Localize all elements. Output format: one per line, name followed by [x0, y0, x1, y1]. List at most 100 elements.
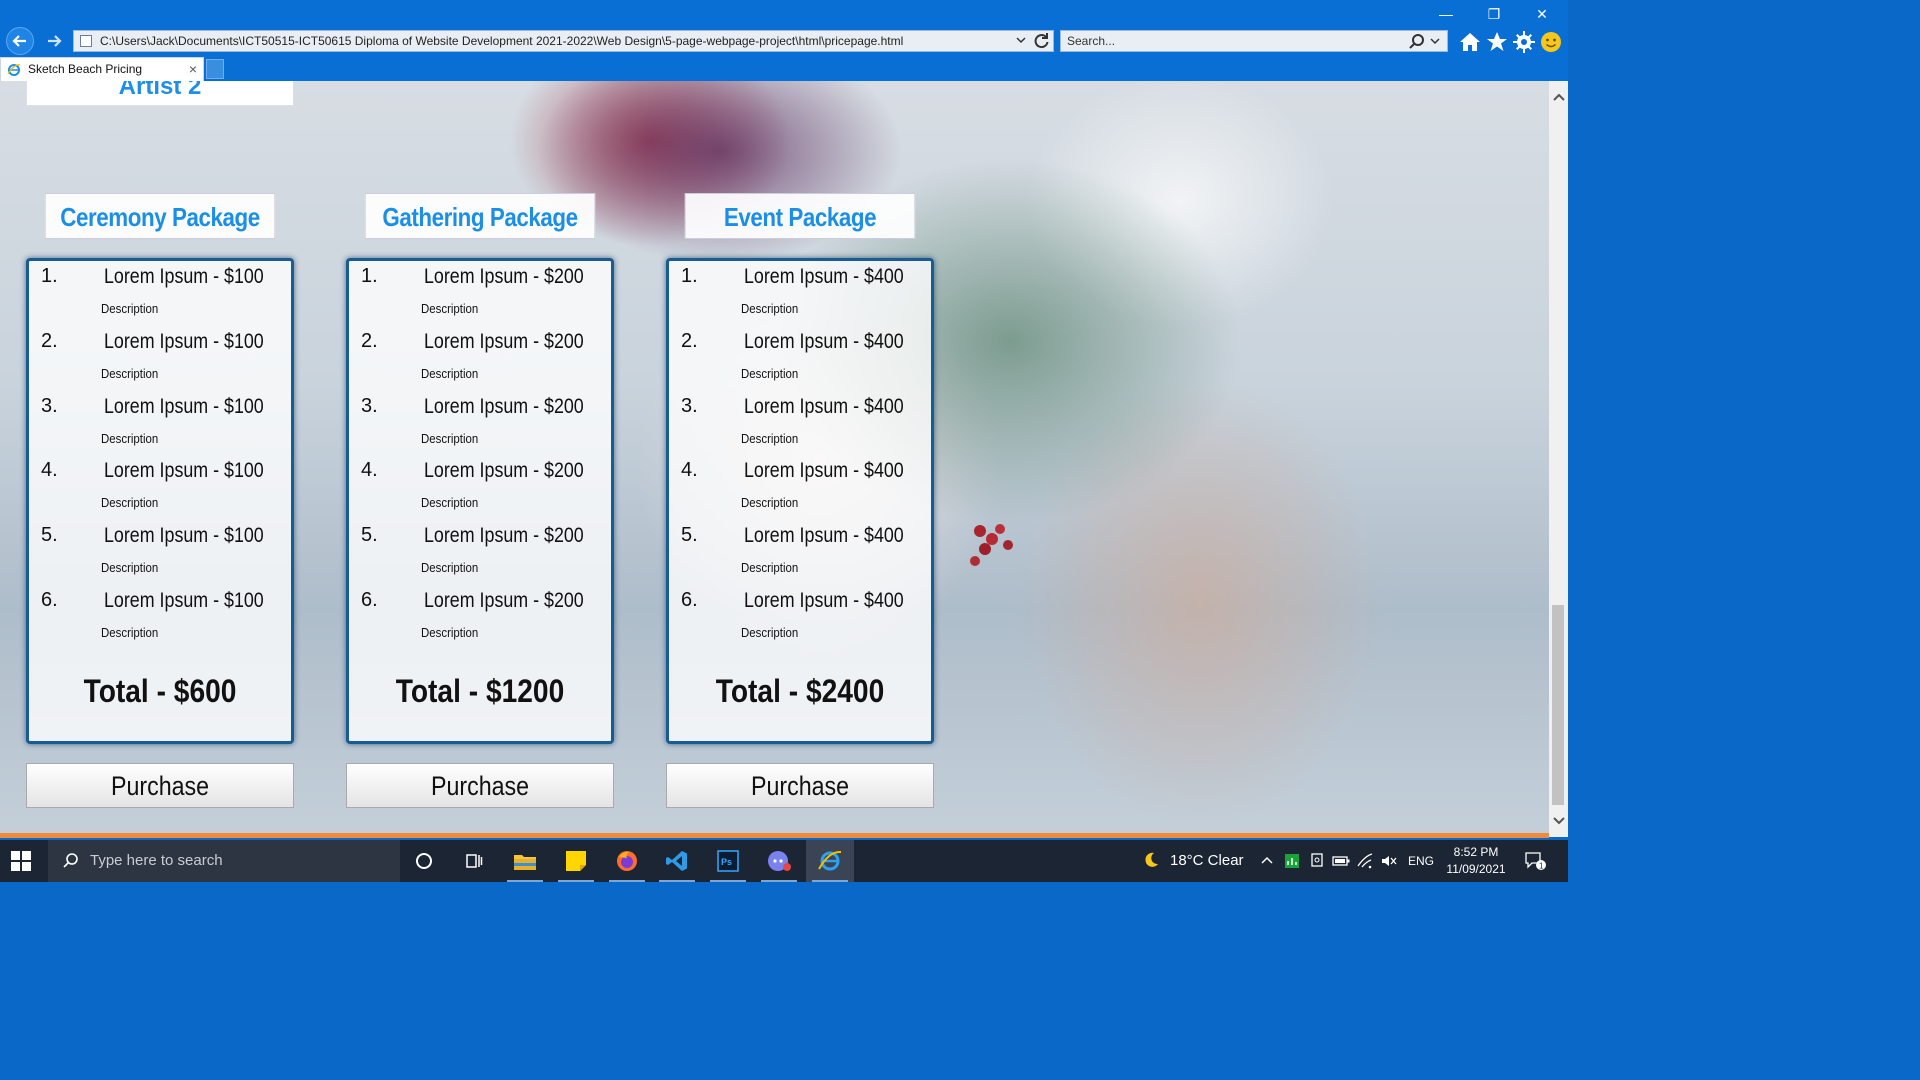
purchase-label: Purchase	[750, 771, 850, 801]
package-title: Gathering Package	[364, 193, 596, 239]
item-description: Description	[101, 495, 159, 511]
minimize-button[interactable]: —	[1432, 4, 1460, 24]
item-number: 5.	[361, 524, 378, 547]
package-card: 1. Lorem Ipsum - $100 Description 2. Lorem …	[26, 258, 294, 744]
vscode-icon[interactable]	[653, 840, 701, 882]
gear-icon[interactable]	[1512, 30, 1536, 54]
package-ceremony: Ceremony Package 1. Lorem Ipsum - $100 Des…	[26, 193, 294, 808]
item-number: 2.	[41, 329, 58, 352]
notification-icon[interactable]: 1	[1524, 851, 1546, 871]
item-description: Description	[101, 301, 159, 316]
item-number: 4.	[361, 459, 378, 482]
tab-close-icon[interactable]: ×	[189, 58, 197, 81]
package-gathering: Gathering Package 1. Lorem Ipsum - $200 De…	[346, 193, 614, 808]
item-name: Lorem Ipsum - $100	[104, 588, 264, 612]
photoshop-icon[interactable]: Ps	[704, 840, 752, 882]
language-indicator[interactable]: ENG	[1408, 840, 1434, 882]
back-button[interactable]	[6, 27, 34, 55]
artist-heading: Artist 2	[26, 81, 294, 106]
item-description: Description	[421, 560, 479, 576]
item-name: Lorem Ipsum - $400	[744, 265, 904, 288]
performance-monitor-icon[interactable]	[1283, 852, 1301, 870]
list-item: 5. Lorem Ipsum - $100 Description	[29, 520, 291, 585]
cortana-icon[interactable]	[400, 840, 448, 882]
item-description: Description	[421, 495, 479, 511]
item-description: Description	[741, 365, 799, 381]
package-card: 1. Lorem Ipsum - $400 Description 2. Lorem …	[666, 258, 934, 744]
page-viewport: Artist 2 Ceremony Package 1. Lorem Ipsum …	[0, 81, 1549, 837]
item-description: Description	[421, 301, 479, 316]
restore-button[interactable]: ❐	[1480, 4, 1508, 24]
arrow-left-icon	[12, 35, 26, 47]
item-number: 3.	[41, 394, 58, 417]
item-description: Description	[741, 624, 799, 640]
chevron-down-icon[interactable]	[1016, 35, 1026, 45]
battery-icon[interactable]	[1332, 852, 1350, 870]
browser-search-input[interactable]: Search...	[1060, 30, 1448, 52]
new-tab-button[interactable]	[206, 59, 224, 79]
purchase-label: Purchase	[110, 771, 210, 801]
list-item: 3. Lorem Ipsum - $200 Description	[349, 391, 611, 456]
chevron-down-icon[interactable]	[1430, 36, 1440, 46]
item-number: 3.	[361, 394, 378, 417]
wifi-icon[interactable]	[1356, 852, 1374, 870]
purchase-button[interactable]: Purchase	[346, 763, 614, 808]
internet-explorer-icon[interactable]	[806, 840, 854, 882]
close-window-button[interactable]: ✕	[1528, 4, 1556, 24]
item-name: Lorem Ipsum - $400	[744, 329, 904, 353]
tab-title: Sketch Beach Pricing	[28, 62, 143, 76]
star-icon[interactable]	[1485, 30, 1509, 54]
purchase-button[interactable]: Purchase	[666, 763, 934, 808]
forward-button[interactable]	[40, 27, 68, 55]
purchase-label: Purchase	[430, 771, 530, 801]
volume-muted-icon[interactable]	[1380, 852, 1398, 870]
item-name: Lorem Ipsum - $200	[424, 459, 584, 483]
item-number: 3.	[681, 394, 698, 417]
address-bar[interactable]: C:\Users\Jack\Documents\ICT50515-ICT5061…	[73, 30, 1054, 52]
item-name: Lorem Ipsum - $200	[424, 329, 584, 353]
package-title: Ceremony Package	[44, 193, 276, 239]
list-item: 5. Lorem Ipsum - $200 Description	[349, 520, 611, 585]
refresh-icon[interactable]	[1031, 31, 1051, 51]
item-number: 4.	[681, 459, 698, 482]
clock-time: 8:52 PM	[1453, 845, 1499, 859]
clock[interactable]: 8:52 PM 11/09/2021	[1440, 844, 1512, 878]
home-icon[interactable]	[1458, 30, 1482, 54]
item-name: Lorem Ipsum - $400	[744, 394, 904, 418]
list-item: 3. Lorem Ipsum - $400 Description	[669, 391, 931, 456]
item-description: Description	[421, 430, 479, 446]
internet-explorer-glyph-icon	[818, 850, 842, 871]
scroll-up-icon[interactable]	[1552, 91, 1566, 103]
task-view-icon[interactable]	[450, 840, 498, 882]
list-item: 6. Lorem Ipsum - $100 Description	[29, 585, 291, 650]
chevron-up-icon[interactable]	[1258, 852, 1276, 870]
purchase-button[interactable]: Purchase	[26, 763, 294, 808]
discord-icon[interactable]	[755, 840, 803, 882]
task-view-glyph-icon	[466, 854, 483, 868]
device-icon[interactable]	[1308, 852, 1326, 870]
sticky-notes-icon[interactable]	[552, 840, 600, 882]
scroll-down-icon[interactable]	[1552, 815, 1566, 827]
file-explorer-icon[interactable]	[501, 840, 549, 882]
item-number: 6.	[681, 588, 698, 611]
item-name: Lorem Ipsum - $400	[744, 524, 904, 548]
tab-sketch-beach-pricing[interactable]: Sketch Beach Pricing ×	[0, 57, 204, 81]
weather-widget[interactable]: 18°C Clear	[1140, 840, 1244, 882]
item-description: Description	[101, 560, 159, 576]
notification-count: 1	[1539, 862, 1544, 871]
windows-start-icon[interactable]	[10, 850, 32, 872]
search-icon	[63, 853, 78, 868]
item-number: 2.	[361, 329, 378, 352]
firefox-icon[interactable]	[603, 840, 651, 882]
vertical-scrollbar[interactable]	[1549, 81, 1568, 837]
svg-text:Ps: Ps	[721, 857, 732, 867]
search-icon[interactable]	[1408, 33, 1426, 51]
item-description: Description	[741, 430, 799, 446]
internet-explorer-icon	[7, 64, 21, 76]
taskbar-search-input[interactable]: Type here to search	[48, 840, 400, 882]
smiley-icon[interactable]	[1539, 30, 1563, 54]
list-item: 4. Lorem Ipsum - $200 Description	[349, 455, 611, 520]
item-name: Lorem Ipsum - $200	[424, 588, 584, 612]
scroll-thumb[interactable]	[1552, 605, 1564, 805]
list-item: 4. Lorem Ipsum - $100 Description	[29, 455, 291, 520]
